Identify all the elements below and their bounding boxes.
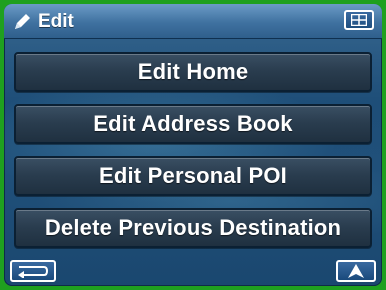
pencil-icon	[15, 14, 30, 29]
edit-screen: Edit Edit Home Edit Address Book Edit Pe…	[4, 4, 382, 286]
page-title-text: Edit	[38, 11, 74, 32]
navigation-arrow-icon	[348, 264, 364, 278]
grid-menu-button[interactable]	[344, 10, 374, 30]
delete-previous-destination-button[interactable]: Delete Previous Destination	[14, 208, 372, 248]
navigation-button[interactable]	[336, 260, 376, 282]
edit-address-book-button[interactable]: Edit Address Book	[14, 104, 372, 144]
grid-menu-icon	[351, 14, 367, 26]
edit-personal-poi-button[interactable]: Edit Personal POI	[14, 156, 372, 196]
page-title: Edit	[12, 10, 74, 34]
edit-home-button[interactable]: Edit Home	[14, 52, 372, 92]
back-button[interactable]	[10, 260, 56, 282]
title-bar: Edit	[4, 4, 382, 39]
return-arrow-icon	[18, 266, 49, 278]
